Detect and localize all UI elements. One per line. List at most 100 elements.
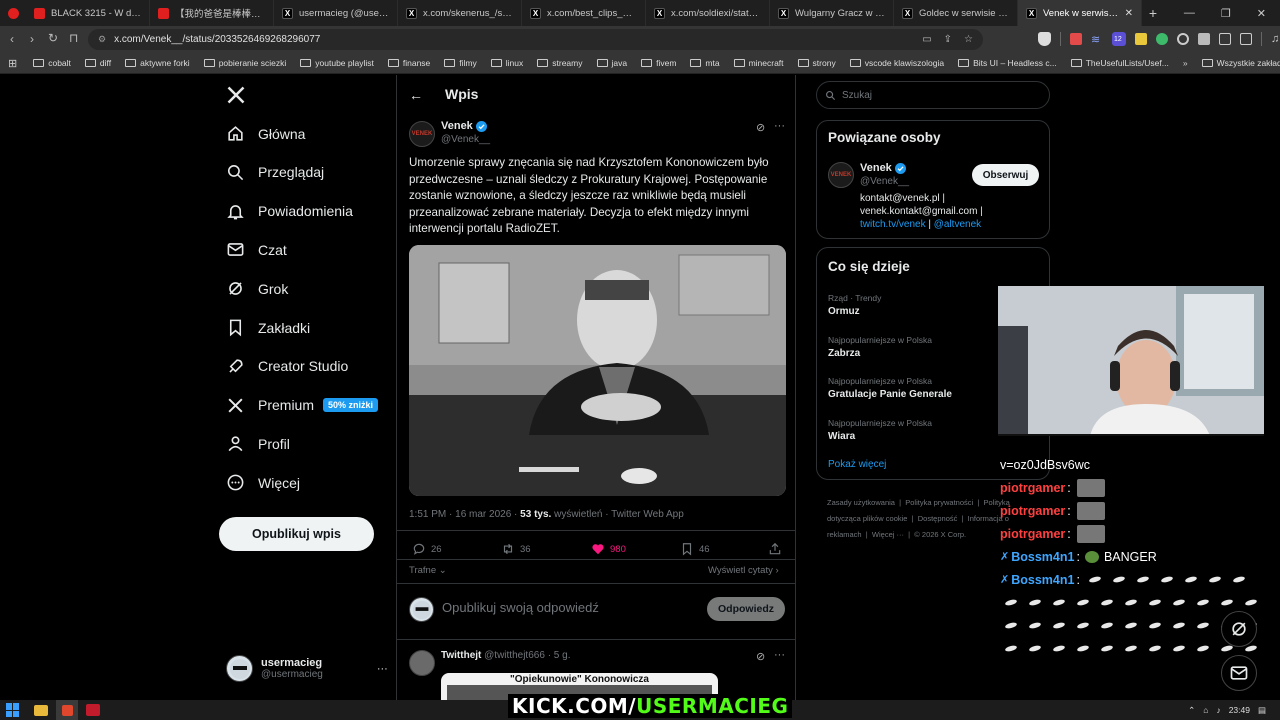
bookmark-item[interactable]: diff [84,58,111,68]
star-icon[interactable]: ☆ [964,34,973,45]
browser-menu-icon[interactable] [0,0,26,26]
browser-tab[interactable]: Xx.com/best_clips__/status [522,0,646,26]
sidebar-toggle-icon[interactable] [1240,33,1252,45]
browser-taskbar-icon[interactable] [56,700,78,720]
show-more-link[interactable]: Pokaż więcej [828,459,886,470]
all-bookmarks-folder[interactable]: Wszystkie zakładki [1201,58,1280,68]
shield-icon[interactable] [1038,32,1051,46]
altvenek-link[interactable]: @altvenek [934,219,981,230]
footer-link[interactable]: © 2026 X Corp. [914,530,966,539]
trend-item[interactable]: Najpopularniejsze w Polska Wiara [828,418,932,442]
browser-tab[interactable]: 【我的爸爸是棒棒】歡樂了 [150,0,274,26]
like-button[interactable]: 980 [591,542,626,556]
browser-tab[interactable]: X Venek w serwisie X: „No ✕ [1018,0,1142,26]
post-button[interactable]: Opublikuj wpis [219,517,374,551]
clock[interactable]: 23:49 [1229,705,1250,715]
bookmark-item[interactable]: streamy [537,58,583,68]
nav-item-more-circle[interactable]: Więcej [226,473,300,492]
repost-button[interactable]: 36 [501,542,531,556]
playlist-icon[interactable]: ♫ [1271,33,1279,45]
restore-icon[interactable]: ❐ [1221,7,1231,20]
forward-icon[interactable]: › [30,33,34,45]
search-input[interactable]: Szukaj [816,81,1050,109]
extension-red-icon[interactable] [1070,33,1082,45]
twitch-link[interactable]: twitch.tv/venek [860,219,926,230]
bookmark-item[interactable]: cobalt [33,58,71,68]
account-switcher[interactable]: usermacieg @usermacieg ··· [226,655,388,682]
related-avatar[interactable]: VENEK [828,162,854,188]
nav-item-bell[interactable]: Powiadomienia [226,202,353,221]
more-dots-icon[interactable]: ··· [377,663,388,675]
footer-link[interactable]: Dostępność [918,514,958,523]
bookmark-item[interactable]: strony [797,58,836,68]
author-name[interactable]: Venek [441,120,473,132]
nav-item-x-logo[interactable]: Premium 50% zniżki [226,396,379,415]
windows-start-icon[interactable] [6,703,20,717]
sort-dropdown[interactable]: Trafne ⌄ [409,565,447,576]
browser-tab[interactable]: Xusermacieg (@usermacieg [274,0,398,26]
extension-tool-icon[interactable] [1198,33,1210,45]
reply-button[interactable]: 26 [412,542,442,556]
extension-puzzle-icon[interactable] [1219,33,1231,45]
bookmarks-overflow-icon[interactable]: » [1183,58,1188,68]
close-tab-icon[interactable]: ✕ [1125,8,1133,19]
bookmark-item[interactable]: mta [690,58,720,68]
back-arrow-icon[interactable]: ← [409,87,423,103]
nav-item-rocket[interactable]: Creator Studio [226,357,348,376]
browser-tab[interactable]: BLACK 3215 - W dup [26,0,150,26]
grok-fab-button[interactable] [1221,611,1257,647]
extension-green-icon[interactable] [1156,33,1168,45]
nav-item-person[interactable]: Profil [226,434,290,453]
bookmark-item[interactable]: vscode klawiszologia [849,58,944,68]
related-name[interactable]: Venek [860,162,892,174]
reply-more-icon[interactable]: ··· [774,649,785,661]
bookmark-item[interactable]: java [596,58,627,68]
volume-icon[interactable]: ♪ [1216,705,1220,715]
bookmark-item[interactable]: aktywne forki [125,58,190,68]
nav-item-search[interactable]: Przeglądaj [226,163,324,182]
author-avatar[interactable]: VENEK [409,121,435,147]
share-icon[interactable]: ⇪ [944,34,952,45]
footer-link[interactable]: Więcej ··· [872,530,904,539]
app-taskbar-icon[interactable] [86,704,100,716]
bookmark-item[interactable]: Bits UI – Headless c... [958,58,1057,68]
tray-chevron-icon[interactable]: ⌃ [1188,705,1195,716]
extension-circle-icon[interactable] [1177,33,1189,45]
back-icon[interactable]: ‹ [10,33,14,45]
reply-submit-button[interactable]: Odpowiedz [707,597,785,621]
bookmark-item[interactable]: linux [490,58,523,68]
post-more-icon[interactable]: ··· [774,120,785,132]
apps-grid-icon[interactable]: ⊞ [8,57,17,70]
browser-tab[interactable]: Xx.com/skenerus_/status/20 [398,0,522,26]
reply-author-name[interactable]: Twitthejt [441,650,481,661]
bookmark-item[interactable]: fivem [641,58,676,68]
extension-counter-icon[interactable]: 12 [1112,32,1126,46]
nav-item-home[interactable]: Główna [226,124,305,143]
show-quotes-link[interactable]: Wyświetl cytaty › [708,565,779,576]
footer-link[interactable]: Zasady użytkowania [827,498,895,507]
follow-button[interactable]: Obserwuj [972,164,1039,186]
bookmark-item[interactable]: minecraft [733,58,784,68]
bookmark-page-icon[interactable]: ⊓ [69,32,78,44]
post-photo[interactable] [409,245,786,496]
messages-fab-button[interactable] [1221,655,1257,691]
file-explorer-icon[interactable] [34,704,48,716]
trend-item[interactable]: Najpopularniejsze w Polska Gratulacje Pan… [828,376,952,400]
reply-input[interactable]: Opublikuj swoją odpowiedź [442,600,599,615]
browser-tab[interactable]: X Wulgarny Gracz w serwis [770,0,894,26]
network-icon[interactable]: ⌂ [1203,705,1208,715]
footer-link[interactable]: Polityka prywatności [905,498,973,507]
bookmark-button[interactable]: 46 [680,542,710,556]
bookmark-item[interactable]: youtube playlist [300,58,374,68]
trend-item[interactable]: Rząd · Trendy Ormuz [828,293,881,317]
bookmark-item[interactable]: pobieranie sciezki [203,58,286,68]
grok-post-icon[interactable]: ⊘ [756,121,765,134]
browser-tab[interactable]: Xx.com/soldiexi/status/203 [646,0,770,26]
bookmark-item[interactable]: TheUsefulLists/Usef... [1070,58,1169,68]
x-logo-icon[interactable] [226,85,246,105]
minimize-icon[interactable]: — [1184,7,1195,20]
close-window-icon[interactable]: ✕ [1257,7,1266,20]
extension-yellow-icon[interactable] [1135,33,1147,45]
bookmark-item[interactable]: filmy [444,58,477,68]
bookmark-item[interactable]: finanse [387,58,430,68]
